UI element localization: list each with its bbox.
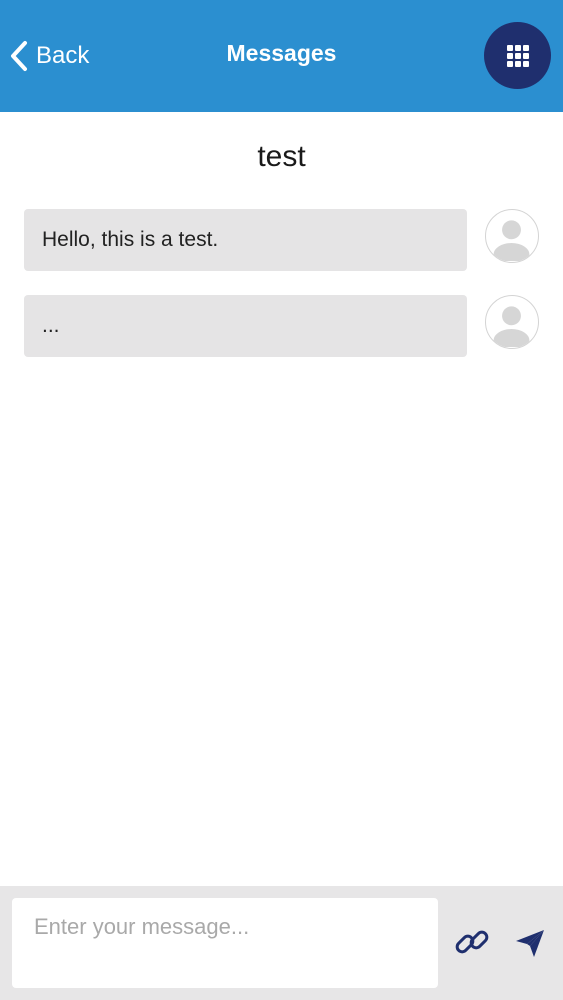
message-text: Hello, this is a test. [42,228,219,251]
message-text: ... [42,314,60,337]
grid-icon [506,44,529,67]
messages-screen: Back Messages test Hello, this is a test… [0,0,563,1000]
message-item: Hello, this is a test. [24,209,540,271]
message-bubble: Hello, this is a test. [24,209,467,271]
chevron-left-icon [10,40,28,72]
user-avatar-icon [485,209,539,263]
send-icon [510,930,550,966]
message-item: ... [24,295,540,357]
header-bar: Back Messages [0,0,563,112]
conversation-title: test [257,140,306,173]
send-button[interactable] [510,922,550,962]
link-icon [452,930,492,966]
back-button[interactable]: Back [10,36,89,76]
back-label: Back [36,42,90,69]
message-input[interactable] [12,898,438,988]
message-bubble: ... [24,295,467,357]
apps-menu-button[interactable] [484,22,551,89]
user-avatar-icon [485,295,539,349]
attach-link-button[interactable] [452,922,492,962]
